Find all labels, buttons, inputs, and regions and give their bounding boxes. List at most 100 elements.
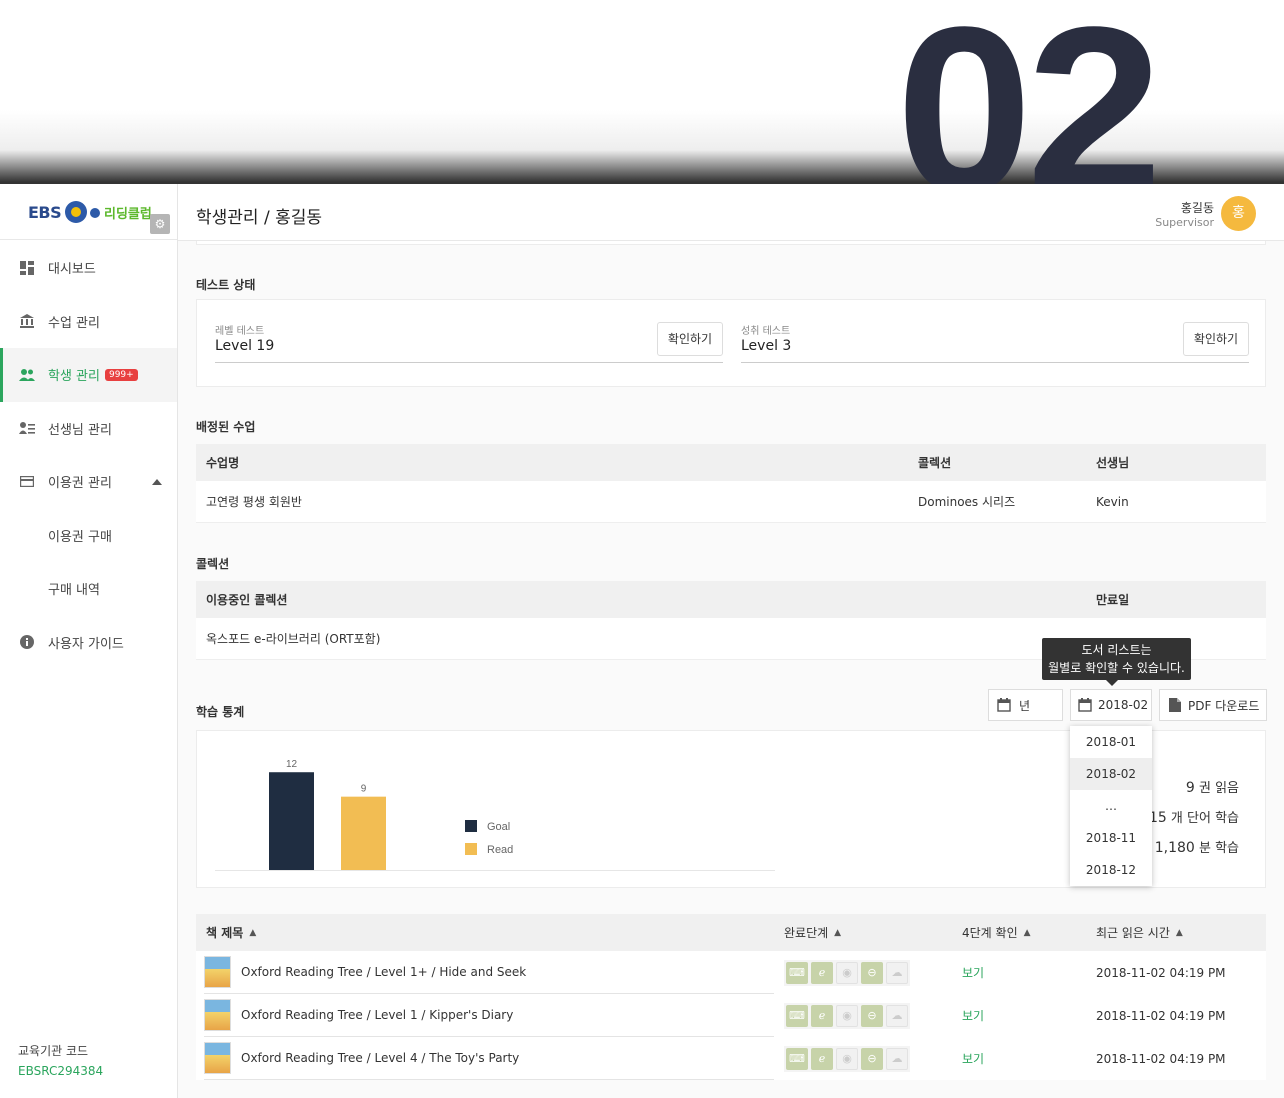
sidebar-item-label: 학생 관리 [48, 369, 100, 385]
month-option[interactable]: 2018-01 [1070, 726, 1152, 758]
eye-icon: ◉ [836, 1004, 858, 1027]
org-code-label: 교육기관 코드 [18, 1044, 89, 1058]
gamepad-icon: ⌨ [786, 961, 808, 984]
table-row[interactable]: Oxford Reading Tree / Level 1+ / Hide an… [196, 951, 1266, 994]
logo-dot [90, 208, 100, 218]
bar-goal [269, 772, 314, 870]
view-link[interactable]: 보기 [962, 1007, 984, 1024]
books-read-stat: 9 권 읽음 [1186, 777, 1239, 796]
sidebar-item-guide[interactable]: 사용자 가이드 [0, 616, 177, 670]
table-row[interactable]: Oxford Reading Tree / Level 1 / Kipper's… [196, 994, 1266, 1037]
month-option[interactable]: 2018-11 [1070, 822, 1152, 854]
view-link[interactable]: 보기 [962, 964, 984, 981]
words-learned-unit: 개 단어 학습 [1170, 811, 1239, 826]
main-content: 테스트 상태 레벨 테스트 Level 19 확인하기 성취 테스트 Level… [178, 241, 1284, 1098]
bar-value-label: 9 [361, 784, 367, 795]
pdf-download-button[interactable]: PDF 다운로드 [1159, 689, 1267, 721]
stage-cell: ⌨ ℯ ◉ ⊖ ☁ [784, 994, 910, 1037]
book-cover-thumbnail [204, 956, 231, 988]
month-select-label: 2018-02 [1098, 698, 1149, 712]
bar-value-label: 12 [286, 759, 298, 770]
legend-swatch [465, 820, 477, 832]
stage-cell: ⌨ ℯ ◉ ⊖ ☁ [784, 951, 910, 994]
sidebar-item-label: 이용권 구매 [48, 529, 112, 545]
class-collection: Dominoes 시리즈 [918, 495, 1016, 509]
people-icon [19, 367, 35, 383]
legend-swatch [465, 843, 477, 855]
achieve-test-underline [741, 362, 1249, 363]
column-header-title[interactable]: 책 제목 ▲︎ [206, 914, 256, 951]
classes-title: 배정된 수업 [196, 420, 256, 434]
logo-club: 리딩클럽 [104, 207, 152, 222]
logo[interactable]: EBS 리딩클럽 ⚙ [0, 184, 177, 240]
previous-card-edge [196, 241, 1266, 245]
books-read-value: 9 [1185, 780, 1195, 796]
book-title: Oxford Reading Tree / Level 4 / The Toy'… [241, 1051, 520, 1065]
ear-icon: ℯ [811, 961, 833, 984]
stage-strip: ⌨ ℯ ◉ ⊖ ☁ [784, 959, 910, 986]
sidebar-item-dashboard[interactable]: 대시보드 [0, 241, 177, 295]
dashboard-icon [19, 260, 35, 276]
sidebar-item-teachers[interactable]: 선생님 관리 [0, 402, 177, 456]
ear-icon: ℯ [811, 1004, 833, 1027]
avatar[interactable]: 홍 [1221, 196, 1256, 231]
sidebar-item-purchase-history[interactable]: 구매 내역 [0, 562, 177, 616]
month-option-selected[interactable]: 2018-02 [1070, 758, 1152, 790]
sidebar-item-classes[interactable]: 수업 관리 [0, 295, 177, 349]
settings-gear-icon[interactable]: ⚙ [150, 214, 170, 234]
user-role: Supervisor [1155, 216, 1214, 229]
sidebar-item-students[interactable]: 학생 관리 999+ [0, 348, 177, 402]
book-title-cell: Oxford Reading Tree / Level 4 / The Toy'… [204, 1037, 774, 1080]
book-title: Oxford Reading Tree / Level 1 / Kipper's… [241, 1008, 514, 1022]
year-select-label: 년 [1019, 698, 1031, 713]
last-read-time: 2018-11-02 04:19 PM [1096, 965, 1226, 980]
sidebar: EBS 리딩클럽 ⚙ 대시보드 수업 관리 학생 관리 999+ 선생님 관리 … [0, 184, 178, 1098]
column-header: 수업명 [206, 456, 240, 470]
column-header-time[interactable]: 최근 읽은 시간 ▲︎ [1096, 914, 1183, 951]
classes-table-header: 수업명 콜렉션 선생님 [196, 444, 1266, 481]
sidebar-item-pass-purchase[interactable]: 이용권 구매 [0, 509, 177, 563]
speech-icon: ☁ [886, 1004, 908, 1027]
ear-icon: ℯ [811, 1047, 833, 1070]
test-status-card: 레벨 테스트 Level 19 확인하기 성취 테스트 Level 3 확인하기 [196, 299, 1266, 387]
sidebar-item-label: 선생님 관리 [48, 422, 112, 438]
view-cell: 보기 [962, 994, 984, 1037]
user-name: 홍길동 [1180, 201, 1214, 215]
table-row[interactable]: 고연령 평생 회원반 Dominoes 시리즈 Kevin [196, 481, 1266, 523]
table-row[interactable]: Oxford Reading Tree / Level 4 / The Toy'… [196, 1037, 1266, 1080]
speech-icon: ☁ [886, 961, 908, 984]
sidebar-item-label: 구매 내역 [48, 583, 100, 599]
bar-chart: 12 9 Goal Read [215, 759, 775, 871]
achieve-test-confirm-button[interactable]: 확인하기 [1183, 322, 1249, 356]
eye-icon: ◉ [836, 1047, 858, 1070]
sort-icon: ▲︎ [249, 927, 257, 938]
app-window: EBS 리딩클럽 ⚙ 대시보드 수업 관리 학생 관리 999+ 선생님 관리 … [0, 184, 1284, 1098]
info-icon [19, 634, 35, 650]
view-link[interactable]: 보기 [962, 1050, 984, 1067]
sidebar-item-passes[interactable]: 이용권 관리 [0, 455, 177, 509]
column-header: 콜렉션 [918, 456, 952, 470]
legend-label: Read [487, 844, 513, 856]
pdf-download-label: PDF 다운로드 [1188, 698, 1260, 713]
calendar-icon [1078, 698, 1092, 712]
sort-icon: ▲︎ [1023, 927, 1031, 938]
header-label: 책 제목 [206, 926, 244, 940]
hero-banner: 02 [0, 0, 1284, 184]
book-title: Oxford Reading Tree / Level 1+ / Hide an… [241, 965, 527, 979]
header-label: 완료단계 [784, 926, 829, 940]
header: 학생관리 / 홍길동 홍길동 Supervisor 홍 [178, 184, 1284, 241]
book-title-cell: Oxford Reading Tree / Level 1+ / Hide an… [204, 951, 774, 994]
logo-mark [65, 201, 87, 223]
document-icon [1169, 698, 1181, 712]
level-test-confirm-button[interactable]: 확인하기 [657, 322, 723, 356]
column-header-check[interactable]: 4단계 확인 ▲︎ [962, 914, 1031, 951]
stage-cell: ⌨ ℯ ◉ ⊖ ☁ [784, 1037, 910, 1080]
month-select[interactable]: 2018-02 [1070, 689, 1152, 721]
column-header-stages[interactable]: 완료단계 ▲︎ [784, 914, 841, 951]
speech-icon: ☁ [886, 1047, 908, 1070]
year-select[interactable]: 년 [988, 689, 1063, 721]
collection-title: 콜렉션 [196, 557, 230, 571]
level-test-label: 레벨 테스트 [215, 326, 265, 337]
tooltip-line: 도서 리스트는 [1081, 643, 1152, 657]
month-option[interactable]: 2018-12 [1070, 854, 1152, 886]
